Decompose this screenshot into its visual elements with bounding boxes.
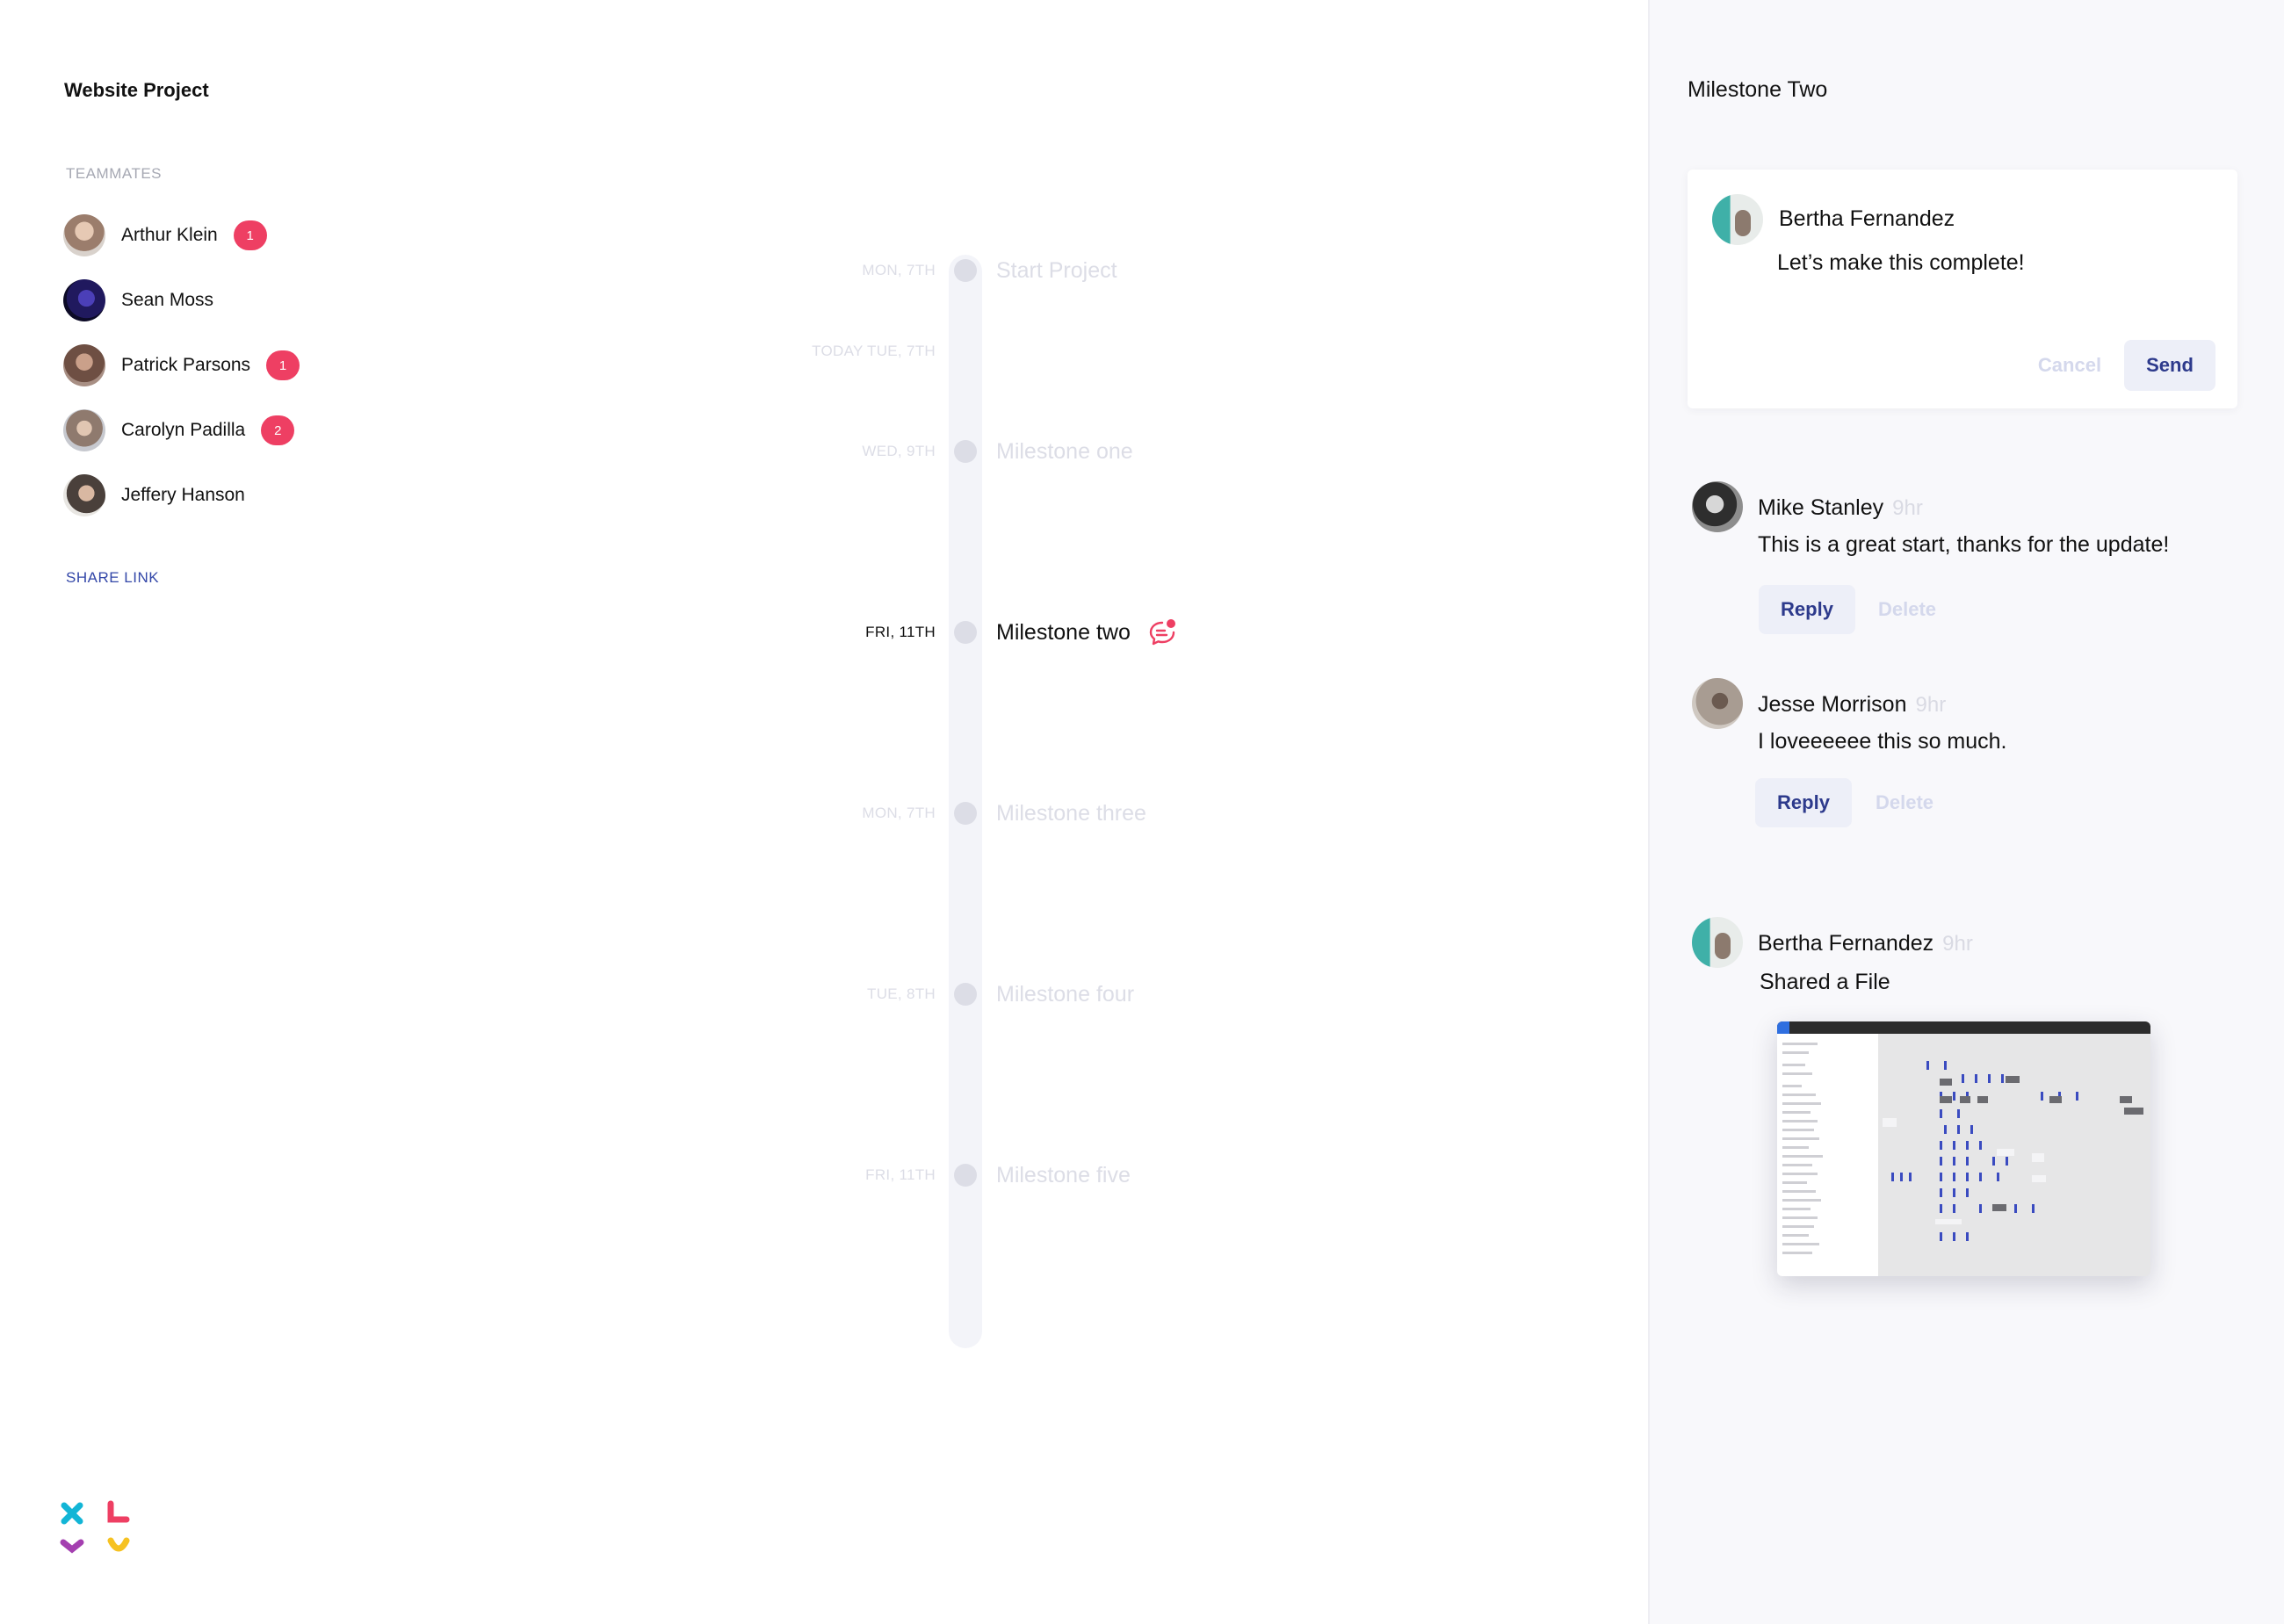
comment-notification-icon[interactable] bbox=[1146, 617, 1178, 648]
avatar bbox=[1692, 481, 1743, 532]
comment-time: 9hr bbox=[1942, 932, 1973, 956]
milestone-title[interactable]: Milestone one bbox=[996, 434, 1133, 469]
avatar bbox=[63, 214, 105, 256]
reply-button[interactable]: Reply bbox=[1755, 778, 1852, 827]
comment-compose-card: Bertha Fernandez Let’s make this complet… bbox=[1688, 170, 2237, 408]
share-link[interactable]: SHARE LINK bbox=[66, 569, 159, 587]
teammate-name: Patrick Parsons bbox=[121, 355, 251, 375]
compose-author: Bertha Fernandez bbox=[1779, 206, 1955, 231]
shared-file-thumbnail[interactable] bbox=[1777, 1021, 2150, 1276]
today-label: TODAY TUE, 7TH bbox=[812, 343, 936, 359]
milestone-dot bbox=[954, 440, 977, 463]
milestone-two[interactable]: FRI, 11TH Milestone two bbox=[0, 615, 1652, 650]
comment-input[interactable]: Let’s make this complete! bbox=[1777, 250, 2025, 276]
avatar bbox=[1692, 917, 1743, 968]
comment-text: Shared a File bbox=[1760, 970, 1890, 994]
avatar bbox=[1712, 194, 1763, 245]
delete-button[interactable]: Delete bbox=[1878, 585, 1936, 634]
milestone-dot bbox=[954, 1164, 977, 1187]
cancel-button[interactable]: Cancel bbox=[2017, 340, 2122, 391]
milestone-title[interactable]: Milestone three bbox=[996, 796, 1146, 831]
milestone-title[interactable]: Milestone five bbox=[996, 1158, 1131, 1193]
milestone-four[interactable]: TUE, 8TH Milestone four bbox=[0, 977, 1652, 1012]
reply-button[interactable]: Reply bbox=[1759, 585, 1855, 634]
teammate-name: Jeffery Hanson bbox=[121, 485, 245, 505]
milestone-date: WED, 9TH bbox=[862, 443, 936, 459]
comment-author: Bertha Fernandez bbox=[1758, 931, 1934, 956]
milestone-dot bbox=[954, 983, 977, 1006]
comment-text: This is a great start, thanks for the up… bbox=[1758, 532, 2170, 557]
comment-author: Jesse Morrison bbox=[1758, 692, 1907, 717]
milestone-start-project[interactable]: MON, 7TH Start Project bbox=[0, 253, 1652, 288]
comment-text: I loveeeeee this so much. bbox=[1758, 729, 2007, 754]
comment-time: 9hr bbox=[1892, 496, 1923, 520]
teammate-jeffery-hanson[interactable]: Jeffery Hanson bbox=[63, 474, 300, 516]
panel-title: Milestone Two bbox=[1688, 77, 1828, 102]
milestone-date: FRI, 11TH bbox=[865, 624, 936, 640]
milestone-date: MON, 7TH bbox=[862, 262, 936, 278]
milestone-three[interactable]: MON, 7TH Milestone three bbox=[0, 796, 1652, 831]
milestone-title-wrap[interactable]: Milestone two bbox=[996, 615, 1178, 650]
teammate-patrick-parsons[interactable]: Patrick Parsons 1 bbox=[63, 344, 300, 386]
comment-time: 9hr bbox=[1915, 693, 1947, 717]
milestone-date: FRI, 11TH bbox=[865, 1166, 936, 1183]
app-logo-icon bbox=[60, 1500, 130, 1554]
milestone-title: Milestone two bbox=[996, 619, 1131, 645]
milestone-title[interactable]: Start Project bbox=[996, 253, 1117, 288]
milestone-dot bbox=[954, 802, 977, 825]
delete-button[interactable]: Delete bbox=[1876, 778, 1933, 827]
comment-header: Mike Stanley 9hr bbox=[1758, 495, 1923, 521]
file-preview-image bbox=[1777, 1021, 2150, 1276]
milestone-title[interactable]: Milestone four bbox=[996, 977, 1134, 1012]
send-button[interactable]: Send bbox=[2124, 340, 2215, 391]
avatar bbox=[1692, 678, 1743, 729]
comment-author: Mike Stanley bbox=[1758, 495, 1884, 520]
milestone-date: TUE, 8TH bbox=[867, 985, 936, 1002]
teammate-name: Sean Moss bbox=[121, 290, 214, 310]
milestone-dot bbox=[954, 259, 977, 282]
milestone-date: MON, 7TH bbox=[862, 805, 936, 821]
teammate-name: Arthur Klein bbox=[121, 225, 218, 245]
notification-badge: 1 bbox=[233, 220, 267, 250]
comment-header: Jesse Morrison 9hr bbox=[1758, 692, 1946, 718]
comment-header: Bertha Fernandez 9hr bbox=[1758, 931, 1973, 956]
avatar bbox=[63, 344, 105, 386]
teammates-label: TEAMMATES bbox=[66, 165, 163, 182]
avatar bbox=[63, 474, 105, 516]
notification-badge: 1 bbox=[266, 350, 300, 380]
milestone-detail-panel: Milestone Two Bertha Fernandez Let’s mak… bbox=[1648, 0, 2284, 1624]
project-title: Website Project bbox=[64, 79, 209, 101]
milestone-one[interactable]: WED, 9TH Milestone one bbox=[0, 434, 1652, 469]
milestone-five[interactable]: FRI, 11TH Milestone five bbox=[0, 1158, 1652, 1193]
milestone-dot bbox=[954, 621, 977, 644]
teammate-arthur-klein[interactable]: Arthur Klein 1 bbox=[63, 214, 300, 256]
